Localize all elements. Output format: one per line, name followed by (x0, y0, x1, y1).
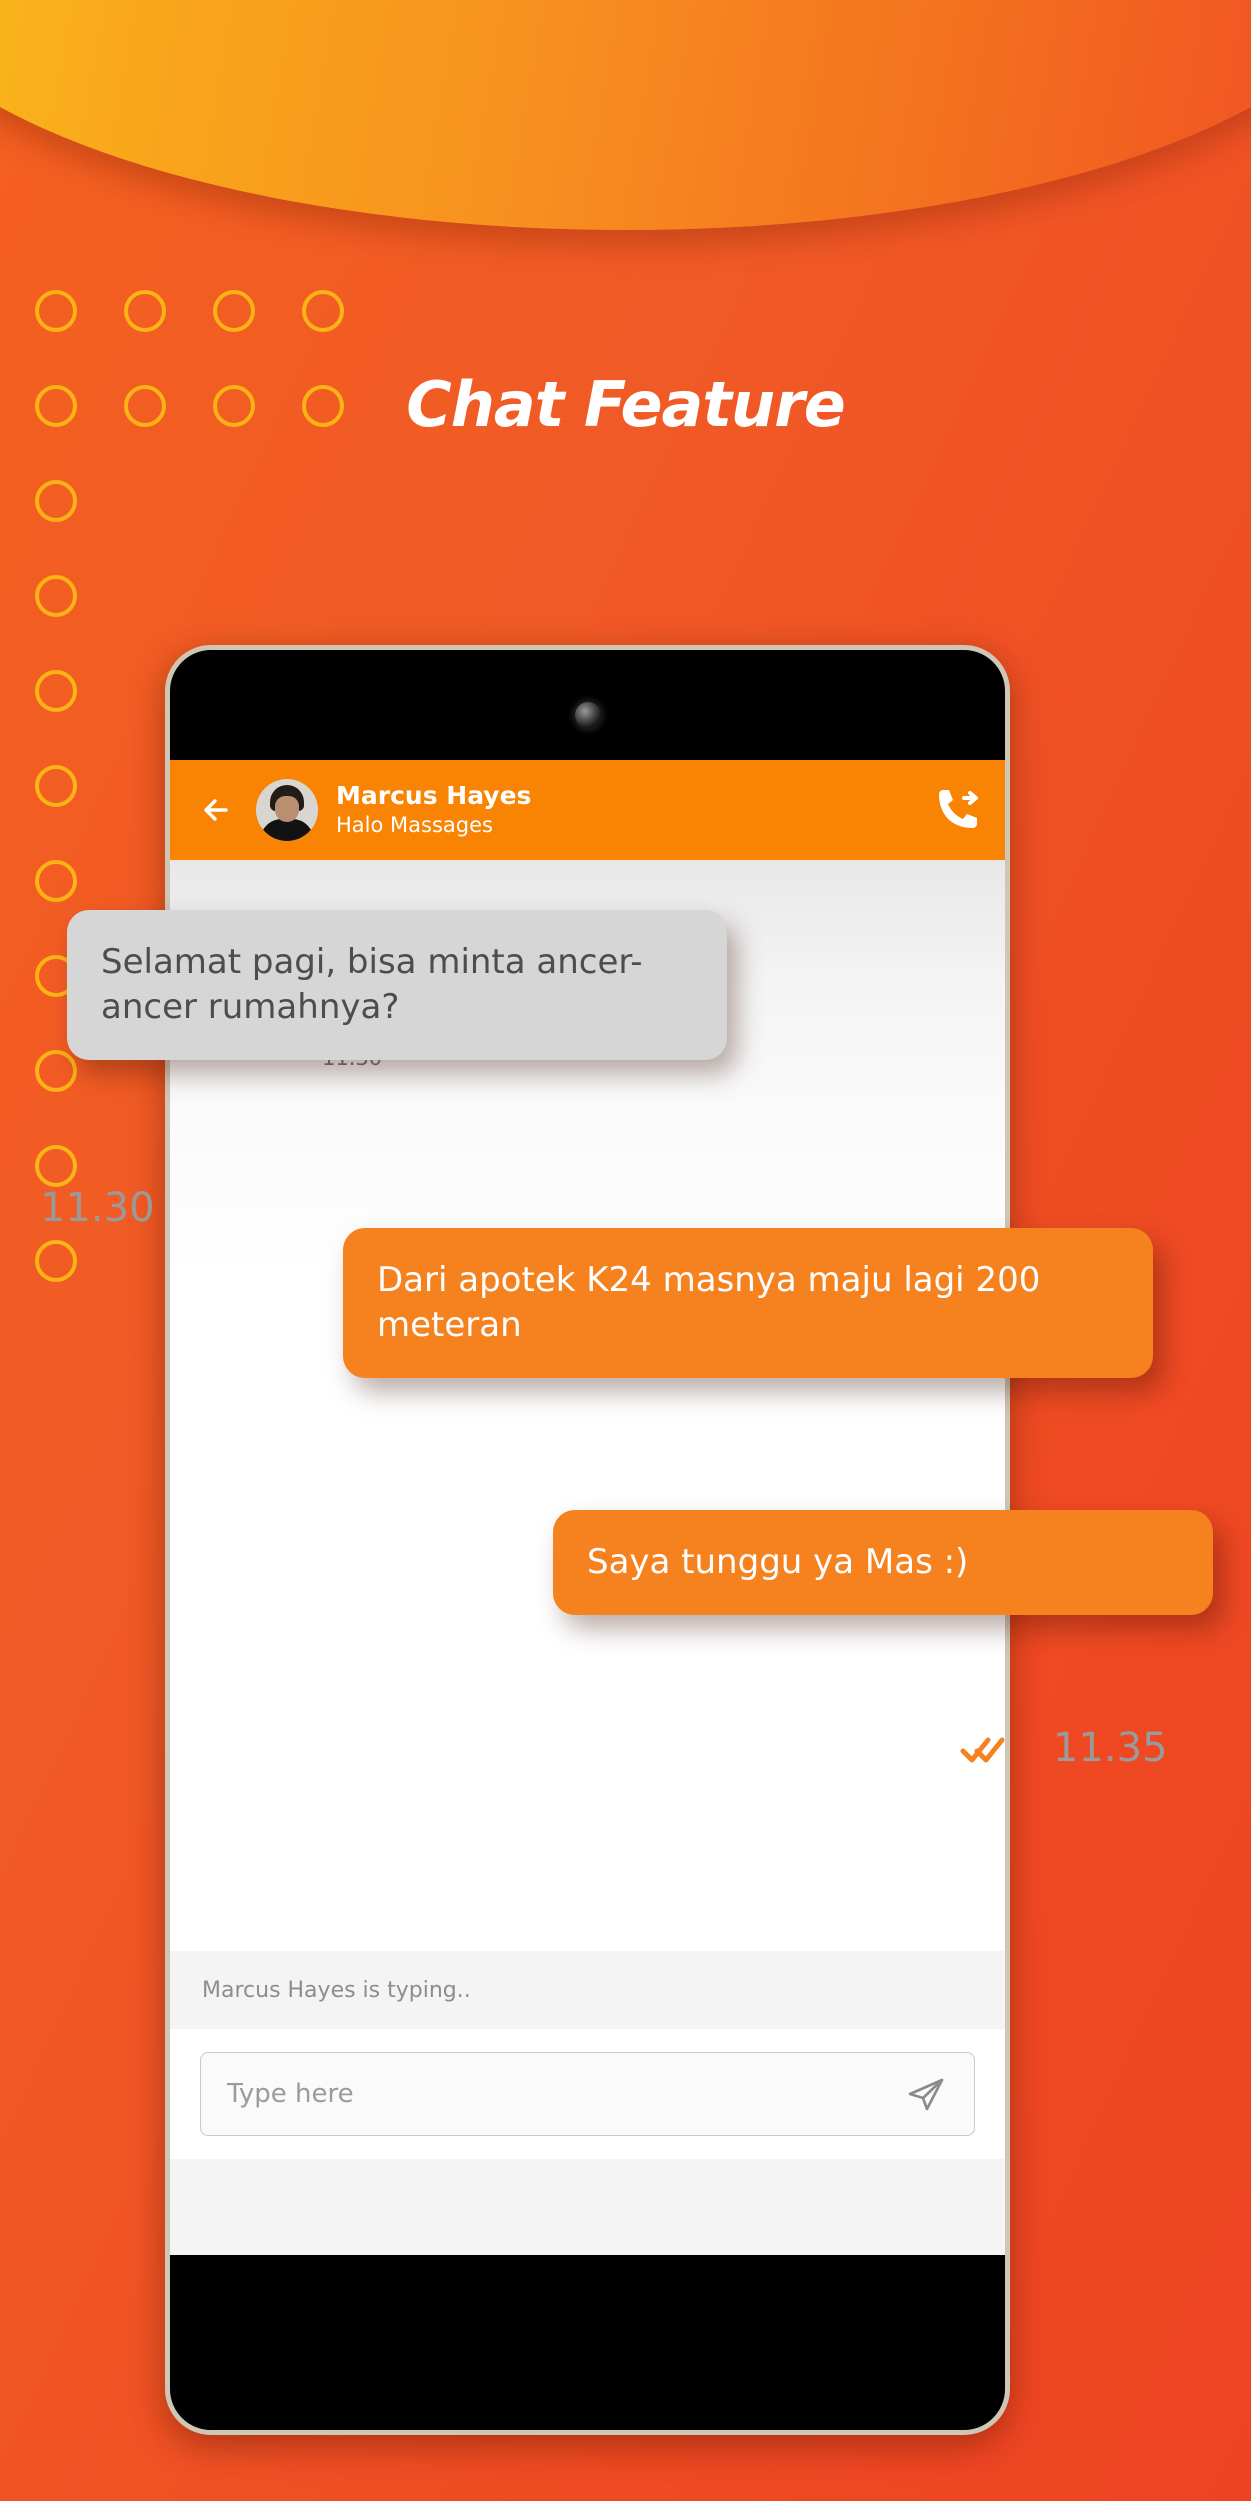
send-paper-plane-icon[interactable] (904, 2072, 948, 2116)
typing-indicator-bar: Marcus Hayes is typing.. (170, 1951, 1005, 2029)
front-camera-icon (574, 702, 601, 728)
contact-subtitle: Halo Massages (336, 812, 493, 837)
decorative-ring (35, 575, 77, 617)
decorative-ring (35, 1240, 77, 1282)
call-forward-icon[interactable] (931, 785, 983, 835)
decorative-ring (35, 1050, 77, 1092)
decorative-ring (35, 765, 77, 807)
decorative-ring (35, 290, 77, 332)
chat-bubble-outgoing-1[interactable]: Dari apotek K24 masnya maju lagi 200 met… (343, 1228, 1153, 1378)
double-check-icon (960, 1732, 1006, 1766)
contact-info[interactable]: Marcus Hayes Halo Massages (336, 781, 913, 838)
typing-indicator-text: Marcus Hayes is typing.. (202, 1977, 471, 2003)
decorative-ring (35, 1145, 77, 1187)
floating-timestamp-first: 11.30 (40, 1185, 155, 1231)
decorative-ring (124, 290, 166, 332)
screen-bottom-strip (170, 2159, 1005, 2255)
floating-timestamp-last: 11.35 (1053, 1725, 1168, 1771)
chat-bubble-outgoing-2[interactable]: Saya tunggu ya Mas :) (553, 1510, 1213, 1615)
decorative-ring (302, 290, 344, 332)
decorative-ring (35, 480, 77, 522)
chat-bubble-incoming[interactable]: Selamat pagi, bisa minta ancer-ancer rum… (67, 910, 727, 1060)
decorative-ring (35, 860, 77, 902)
chat-appbar: Marcus Hayes Halo Massages (170, 760, 1005, 860)
page-title: Chat Feature (406, 368, 846, 441)
message-input[interactable]: Type here (200, 2052, 975, 2136)
contact-name: Marcus Hayes (336, 781, 532, 811)
back-arrow-icon[interactable] (196, 789, 238, 831)
avatar[interactable] (256, 779, 318, 841)
message-input-placeholder: Type here (227, 2079, 354, 2109)
decorative-ring (35, 670, 77, 712)
message-composer: Type here (170, 2029, 1005, 2159)
decorative-ring (213, 290, 255, 332)
